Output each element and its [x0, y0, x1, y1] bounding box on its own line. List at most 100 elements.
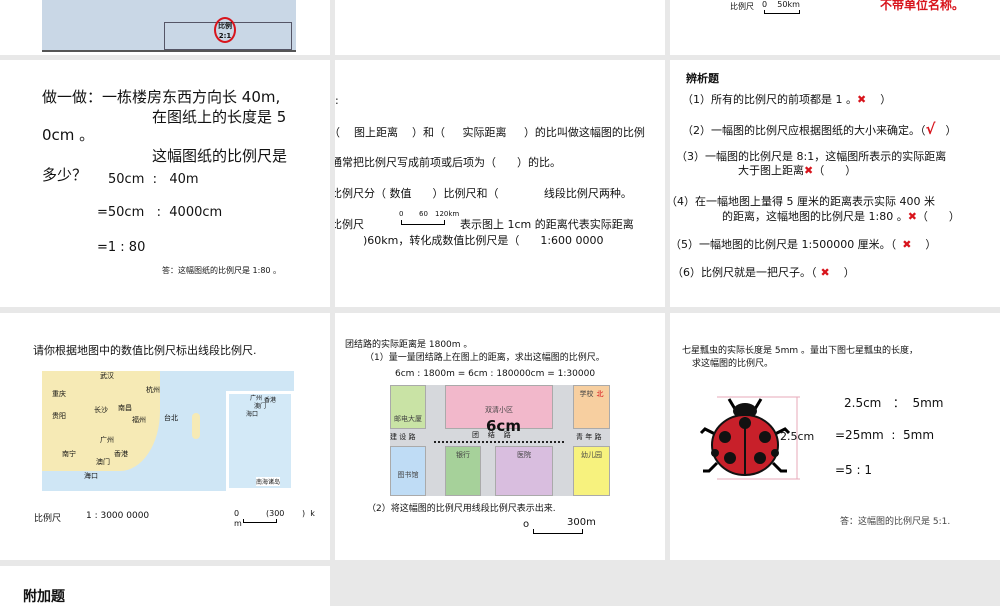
calculation: 6cm : 1800m = 6cm : 180000cm = 1:30000 [395, 369, 596, 379]
line-scale: o 300m [523, 517, 613, 539]
city-label: 广州 [100, 436, 114, 444]
item: （1）所有的比例尺的前项都是 1 。✖） [682, 93, 892, 106]
slide-10[interactable]: 附加题 [0, 566, 330, 606]
scale-bar [764, 10, 800, 14]
tick-label: 300m [567, 517, 596, 528]
block-post-office: 邮电大厦 [390, 385, 426, 429]
cross-icon: ✖ [902, 238, 912, 251]
city-label: 香港 [114, 450, 128, 458]
block-school: 学校北 [573, 385, 610, 429]
scale-value: 1 : 3000 0000 [86, 511, 150, 521]
tick-label: (300 [266, 509, 285, 518]
step: =50cm : 4000cm [97, 205, 223, 220]
city-label: 贵阳 [52, 412, 66, 420]
title: 请你根据地图中的数值比例尺标出线段比例尺. [33, 344, 257, 357]
slide-5[interactable]: : （ 图上距离 ）和（ 实际距离 ）的比叫做这幅图的比例 通常把比例尺写成前项… [335, 60, 665, 307]
china-map: 武汉 杭州 重庆 长沙 南昌 贵阳 福州 台北 广州 南宁 香港 澳门 海口 广… [42, 371, 294, 491]
item: （5）一幅地图的比例尺是 1:500000 厘米。（ ✖） [670, 238, 937, 251]
line-scale: 0 m (300 ) k [234, 509, 324, 531]
question-line: 0cm 。 [42, 126, 95, 144]
answer: 答：这幅图的比例尺是 5:1. [840, 517, 951, 527]
text-line: : [335, 94, 339, 107]
block-kindergarten: 幼儿园 [573, 446, 610, 496]
scale-ticks: 0 50km [762, 0, 800, 9]
question-line: 在图纸上的长度是 5 [152, 108, 287, 126]
slide-2[interactable] [335, 0, 665, 55]
answer: 答：这幅图纸的比例尺是 1:80 。 [162, 266, 282, 275]
north-arrow-icon: 北 [596, 390, 604, 398]
road-label: 建 设 路 [390, 433, 416, 441]
tick-label: ) k [302, 509, 315, 518]
tick-label: 0 [234, 509, 240, 518]
inset-label: 南海诸岛 [256, 477, 281, 486]
note: 不带单位名称。 [880, 0, 965, 12]
step: =25mm : 5mm [835, 428, 935, 442]
street-map: 邮电大厦 双清小区 学校北 图书馆 银行 医院 幼儿园 建 设 路 团 结 路 … [390, 385, 610, 496]
cross-icon: ✖ [820, 266, 830, 279]
city-label: 福州 [132, 416, 146, 424]
block-library: 图书馆 [390, 446, 426, 496]
slide-8[interactable]: 团结路的实际距离是 1800m 。 （1）量一量团结路上在图上的距离，求出这幅图… [335, 313, 665, 560]
title: 辨析题 [686, 72, 719, 85]
text-line: )60km，转化成数值比例尺是（ 1:600 0000 [363, 234, 604, 247]
question: （2）将这幅图的比例尺用线段比例尺表示出来. [367, 504, 556, 514]
slide-1[interactable]: 比例 2:1 [0, 0, 330, 55]
line-scale: 0 60 120km [399, 210, 461, 228]
text-line: 比例尺 [335, 218, 364, 231]
text-line: 表示图上 1cm 的距离代表实际距离 [460, 218, 634, 231]
tick-label: 0 [399, 210, 404, 218]
slide-4[interactable]: 做一做：一栋楼房东西方向长 40m, 在图纸上的长度是 5 0cm 。 这幅图纸… [0, 60, 330, 307]
measure-line [434, 441, 564, 443]
text-line: 通常把比例尺写成前项或后项为（ ）的比。 [335, 156, 561, 169]
slide-7[interactable]: 请你根据地图中的数值比例尺标出线段比例尺. 武汉 杭州 重庆 长沙 南昌 贵阳 … [0, 313, 330, 560]
step: =1 : 80 [97, 240, 146, 255]
item: （6）比例尺就是一把尺子。（ ✖） [672, 266, 855, 279]
cross-icon: ✖ [857, 93, 867, 106]
scale-label: 比例尺 [34, 514, 62, 524]
city-label: 海口 [246, 411, 259, 418]
city-label: 南昌 [118, 404, 132, 412]
tick-label: 120km [435, 210, 460, 218]
road-label: 青 年 路 [576, 433, 602, 441]
title: 求这幅图的比例尺。 [692, 359, 774, 369]
city-label: 台北 [164, 414, 178, 422]
city-label: 海口 [84, 472, 98, 480]
slide-3[interactable]: 比例尺 0 50km 不带单位名称。 [670, 0, 1000, 55]
step: =5 : 1 [835, 463, 872, 477]
item: 大于图上距离✖（ ） [738, 164, 857, 177]
text-line: （ 图上距离 ）和（ 实际距离 ）的比叫做这幅图的比例 [335, 126, 645, 139]
question: （1）量一量团结路上在图上的距离，求出这幅图的比例尺。 [365, 353, 605, 363]
title: 团结路的实际距离是 1800m 。 [345, 340, 473, 350]
question-line: 做一做：一栋楼房东西方向长 40m, [42, 88, 281, 106]
title: 七星瓢虫的实际长度是 5mm 。量出下图七星瓢虫的长度， [682, 346, 918, 356]
tick-label: 60 [419, 210, 428, 218]
step: 2.5cm ： 5mm [844, 396, 944, 410]
slide-6[interactable]: 辨析题 （1）所有的比例尺的前项都是 1 。✖） （2）一幅图的比例尺应根据图纸… [670, 60, 1000, 307]
question-line: 多少？ [42, 166, 88, 184]
block-bank: 银行 [445, 446, 481, 496]
tick-label: m [234, 519, 242, 528]
scale-stamp: 比例 2:1 [214, 17, 236, 43]
item: （2）一幅图的比例尺应根据图纸的大小来确定。（√） [682, 120, 957, 138]
cross-icon: ✖ [907, 210, 917, 223]
measure-label: 6cm [486, 417, 521, 435]
city-label: 武汉 [100, 372, 114, 380]
slide-9[interactable]: 七星瓢虫的实际长度是 5mm 。量出下图七星瓢虫的长度， 求这幅图的比例尺。 2… [670, 313, 1000, 560]
text-line: 比例尺分（ 数值 ）比例尺和（ 线段比例尺两种。 [335, 187, 632, 200]
item: （4）在一幅地图上量得 5 厘米的距离表示实际 400 米 [670, 195, 935, 208]
city-label: 长沙 [94, 406, 108, 414]
block-hospital: 医院 [495, 446, 553, 496]
city-label: 重庆 [52, 390, 66, 398]
technical-drawing: 比例 2:1 [42, 0, 296, 52]
city-label: 杭州 [146, 386, 160, 394]
question-line: 这幅图纸的比例尺是 [152, 147, 288, 165]
tick-label: o [523, 519, 530, 530]
step: 50cm : 40m [108, 172, 199, 187]
measure-label: 2.5cm [780, 430, 815, 443]
check-icon: √ [925, 120, 936, 138]
item: 的距离，这幅地图的比例尺是 1:80 。✖（ ） [722, 210, 960, 223]
cross-icon: ✖ [804, 164, 814, 177]
scale-label: 比例尺 [730, 2, 754, 11]
city-label: 南宁 [62, 450, 76, 458]
title: 附加题 [23, 589, 65, 605]
